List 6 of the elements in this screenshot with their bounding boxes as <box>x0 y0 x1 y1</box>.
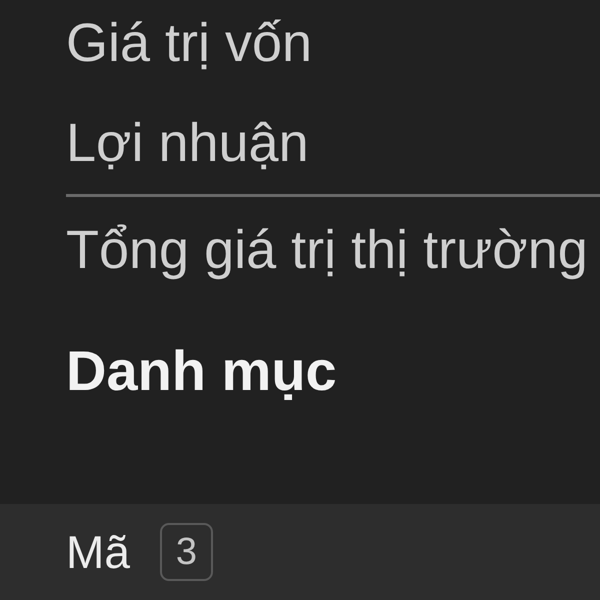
section-title: Danh mục <box>66 339 337 402</box>
count-badge: 3 <box>160 523 214 581</box>
summary-label: Tổng giá trị thị trường <box>66 219 588 281</box>
summary-label: Lợi nhuận <box>66 112 309 174</box>
summary-label: Giá trị vốn <box>66 12 312 74</box>
column-header[interactable]: Mã <box>66 525 130 579</box>
